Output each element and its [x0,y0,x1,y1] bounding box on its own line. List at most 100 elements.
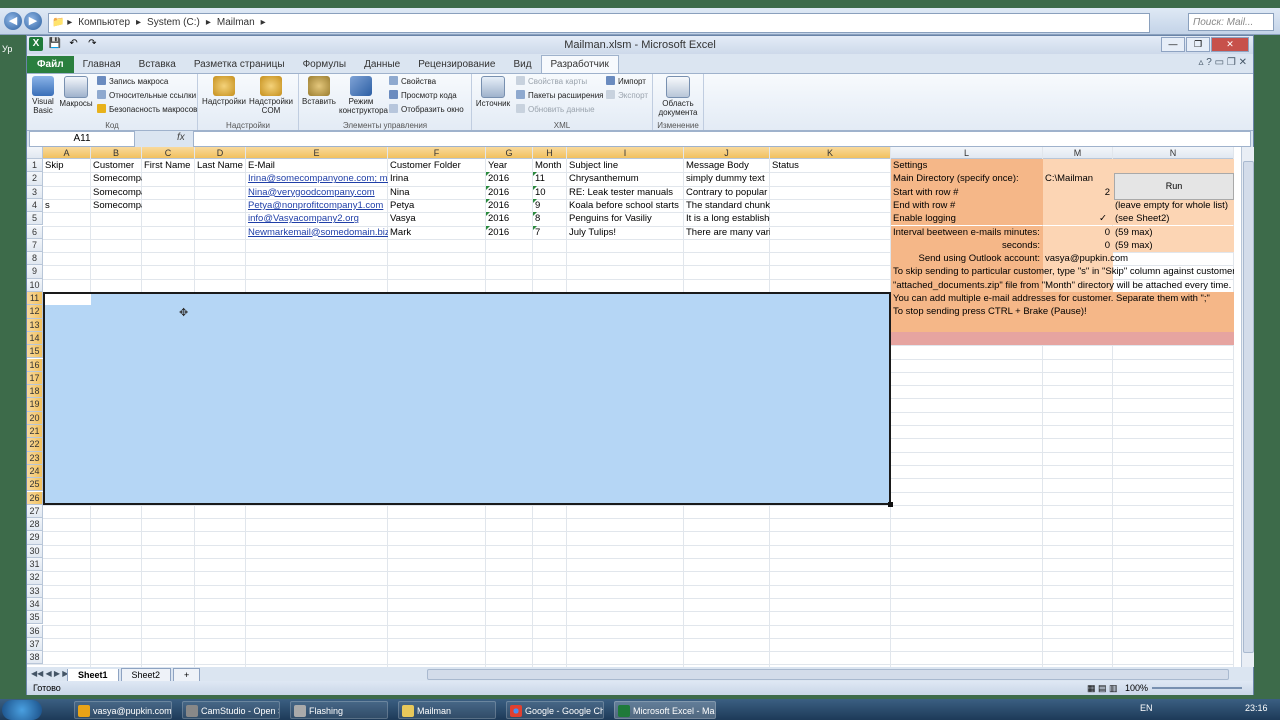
interval-minutes-input[interactable]: 0 [1043,226,1113,239]
data-cell[interactable]: s [43,199,91,212]
forward-icon[interactable]: ▶ [24,12,42,30]
column-header[interactable]: K [770,147,891,159]
active-cell[interactable] [45,294,91,306]
language-indicator[interactable]: EN [1140,703,1153,713]
row-header[interactable]: 32 [27,571,43,585]
close-icon[interactable]: ✕ [1211,37,1249,52]
row-header[interactable]: 22 [27,438,43,452]
tab-developer[interactable]: Разработчик [540,55,619,73]
tab-insert[interactable]: Вставка [130,56,185,73]
settings-note[interactable]: To skip sending to particular customer, … [891,265,1234,278]
logging-checkbox[interactable]: ✓ [1043,212,1113,225]
row-header[interactable]: 7 [27,238,43,253]
interval-seconds-input[interactable]: 0 [1043,239,1113,252]
doc-restore-icon[interactable]: ❐ [1227,57,1236,68]
properties-button[interactable]: Свойства [389,76,436,88]
tab-view[interactable]: Вид [504,56,540,73]
row-header[interactable]: 33 [27,584,43,598]
data-cell[interactable]: Contrary to popular belief, Lorem Ipsum … [684,186,770,199]
settings-note[interactable]: (leave empty for whole list) [1113,199,1234,212]
data-cell[interactable]: 9 [533,199,567,212]
row-header[interactable]: 5 [27,212,43,226]
formula-input[interactable] [193,131,1251,147]
row-header[interactable]: 9 [27,265,43,279]
fill-handle[interactable] [888,501,893,507]
row-header[interactable]: 15 [27,345,43,359]
row-header[interactable]: 28 [27,518,43,532]
name-box[interactable]: A11 [29,131,135,147]
taskbar-item-chrome[interactable]: Google - Google Chr... [506,701,604,719]
taskbar-item-mailman[interactable]: Mailman [398,701,496,719]
back-icon[interactable]: ◀ [4,12,22,30]
macro-security-button[interactable]: Безопасность макросов [97,104,197,116]
column-header[interactable]: C [142,147,195,159]
header-cell[interactable]: Last Name [195,159,246,172]
view-buttons-icon[interactable]: ▦ ▤ ▥ [1087,681,1118,695]
undo-icon[interactable]: ↶ [67,37,81,51]
row-header[interactable]: 25 [27,478,43,492]
row-header[interactable]: 24 [27,464,43,479]
breadcrumb-item[interactable]: System (C:) [144,17,203,28]
row-header[interactable]: 26 [27,491,43,505]
row-header[interactable]: 31 [27,558,43,572]
column-header[interactable]: H [533,147,567,159]
column-header[interactable]: J [684,147,770,159]
row-header[interactable]: 12 [27,305,43,319]
com-addins-button[interactable]: Надстройки COM [248,76,294,115]
explorer-breadcrumb[interactable]: 📁 ▸ Компьютер ▸ System (C:) ▸ Mailman ▸ [48,13,1150,33]
settings-note[interactable]: "attached_documents.zip" file from "Mont… [891,279,1234,292]
settings-note[interactable]: (see Sheet2) [1113,212,1234,225]
row-header[interactable]: 13 [27,318,43,332]
data-cell[interactable]: 2016 [486,212,533,225]
row-header[interactable]: 35 [27,611,43,625]
row-header[interactable]: 11 [27,292,43,306]
horizontal-scroll-thumb[interactable] [427,669,1229,680]
row-header[interactable]: 17 [27,371,43,386]
map-properties-button[interactable]: Свойства карты [516,76,587,88]
row-header[interactable]: 10 [27,278,43,292]
tab-formulas[interactable]: Формулы [294,56,356,73]
data-cell[interactable]: Irina [388,172,486,185]
insert-control-button[interactable]: Вставить [301,76,337,106]
import-button[interactable]: Импорт [606,76,646,88]
data-cell[interactable]: Nina [388,186,486,199]
settings-label[interactable]: Start with row # [891,186,1043,199]
data-cell[interactable]: The standard chunk of Lorem Ipsum used s… [684,199,770,212]
explorer-search-input[interactable]: Поиск: Mail... [1188,13,1274,31]
zoom-slider[interactable] [1152,687,1242,689]
select-all-corner[interactable] [27,147,43,159]
breadcrumb-item[interactable]: Mailman [214,17,258,28]
row-header[interactable]: 14 [27,331,43,346]
header-cell[interactable]: Skip [43,159,91,172]
row-header[interactable]: 34 [27,597,43,612]
row-header[interactable]: 36 [27,624,43,638]
end-row-input[interactable] [1043,199,1113,212]
row-header[interactable]: 27 [27,504,43,519]
data-cell[interactable]: Penguins for Vasiliy [567,212,684,225]
row-header[interactable]: 2 [27,172,43,186]
settings-title[interactable]: Settings [891,159,1043,172]
start-row-input[interactable]: 2 [1043,186,1113,199]
column-header[interactable]: M [1043,147,1113,159]
vertical-scrollbar[interactable] [1241,147,1254,667]
row-header[interactable]: 23 [27,451,43,465]
header-cell[interactable]: Customer [91,159,142,172]
row-header[interactable]: 29 [27,531,43,545]
data-cell[interactable]: 2016 [486,199,533,212]
document-panel-button[interactable]: Область документа [655,76,701,117]
start-button[interactable] [2,700,42,720]
header-cell[interactable]: Month [533,159,567,172]
breadcrumb-item[interactable]: Компьютер [75,17,133,28]
visual-basic-button[interactable]: Visual Basic [29,76,57,115]
column-header[interactable]: N [1113,147,1234,159]
data-cell[interactable]: 2016 [486,226,533,239]
data-cell[interactable]: There are many variations of passages of… [684,226,770,239]
tab-file[interactable]: Файл [27,56,74,73]
column-header[interactable]: L [891,147,1043,159]
email-link[interactable]: Irina@somecompanyone.com; ma [246,172,388,185]
data-cell[interactable]: Koala before school starts [567,199,684,212]
data-cell[interactable]: 2016 [486,186,533,199]
settings-label[interactable]: Main Directory (specify once): [891,172,1043,185]
data-cell[interactable]: Somecompany 1 [91,172,142,185]
email-link[interactable]: Petya@nonprofitcompany1.com [246,199,388,212]
